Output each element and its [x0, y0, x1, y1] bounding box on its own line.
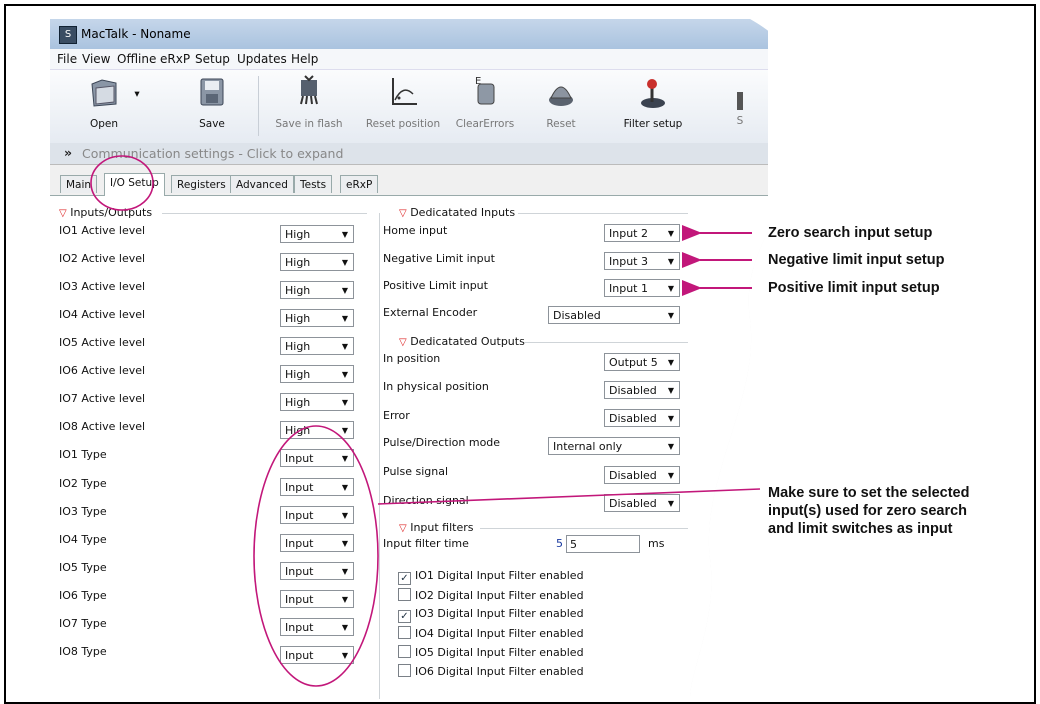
annotation-overlay [90, 155, 761, 687]
io-type-note-line-3: and limit switches as input [768, 521, 953, 537]
positive-limit-annotation: Positive limit input setup [768, 280, 940, 296]
io-type-note-line-1: Make sure to set the selected [768, 485, 970, 501]
note-leader-line [377, 488, 761, 505]
io-type-note-line-2: input(s) used for zero search [768, 503, 968, 519]
io-type-highlight-ellipse [253, 425, 379, 687]
zero-search-annotation: Zero search input setup [768, 225, 933, 241]
io-type-note: Make sure to set the selected input(s) u… [768, 484, 969, 538]
io-setup-tab-highlight-circle [90, 155, 154, 211]
negative-limit-annotation: Negative limit input setup [768, 252, 945, 268]
